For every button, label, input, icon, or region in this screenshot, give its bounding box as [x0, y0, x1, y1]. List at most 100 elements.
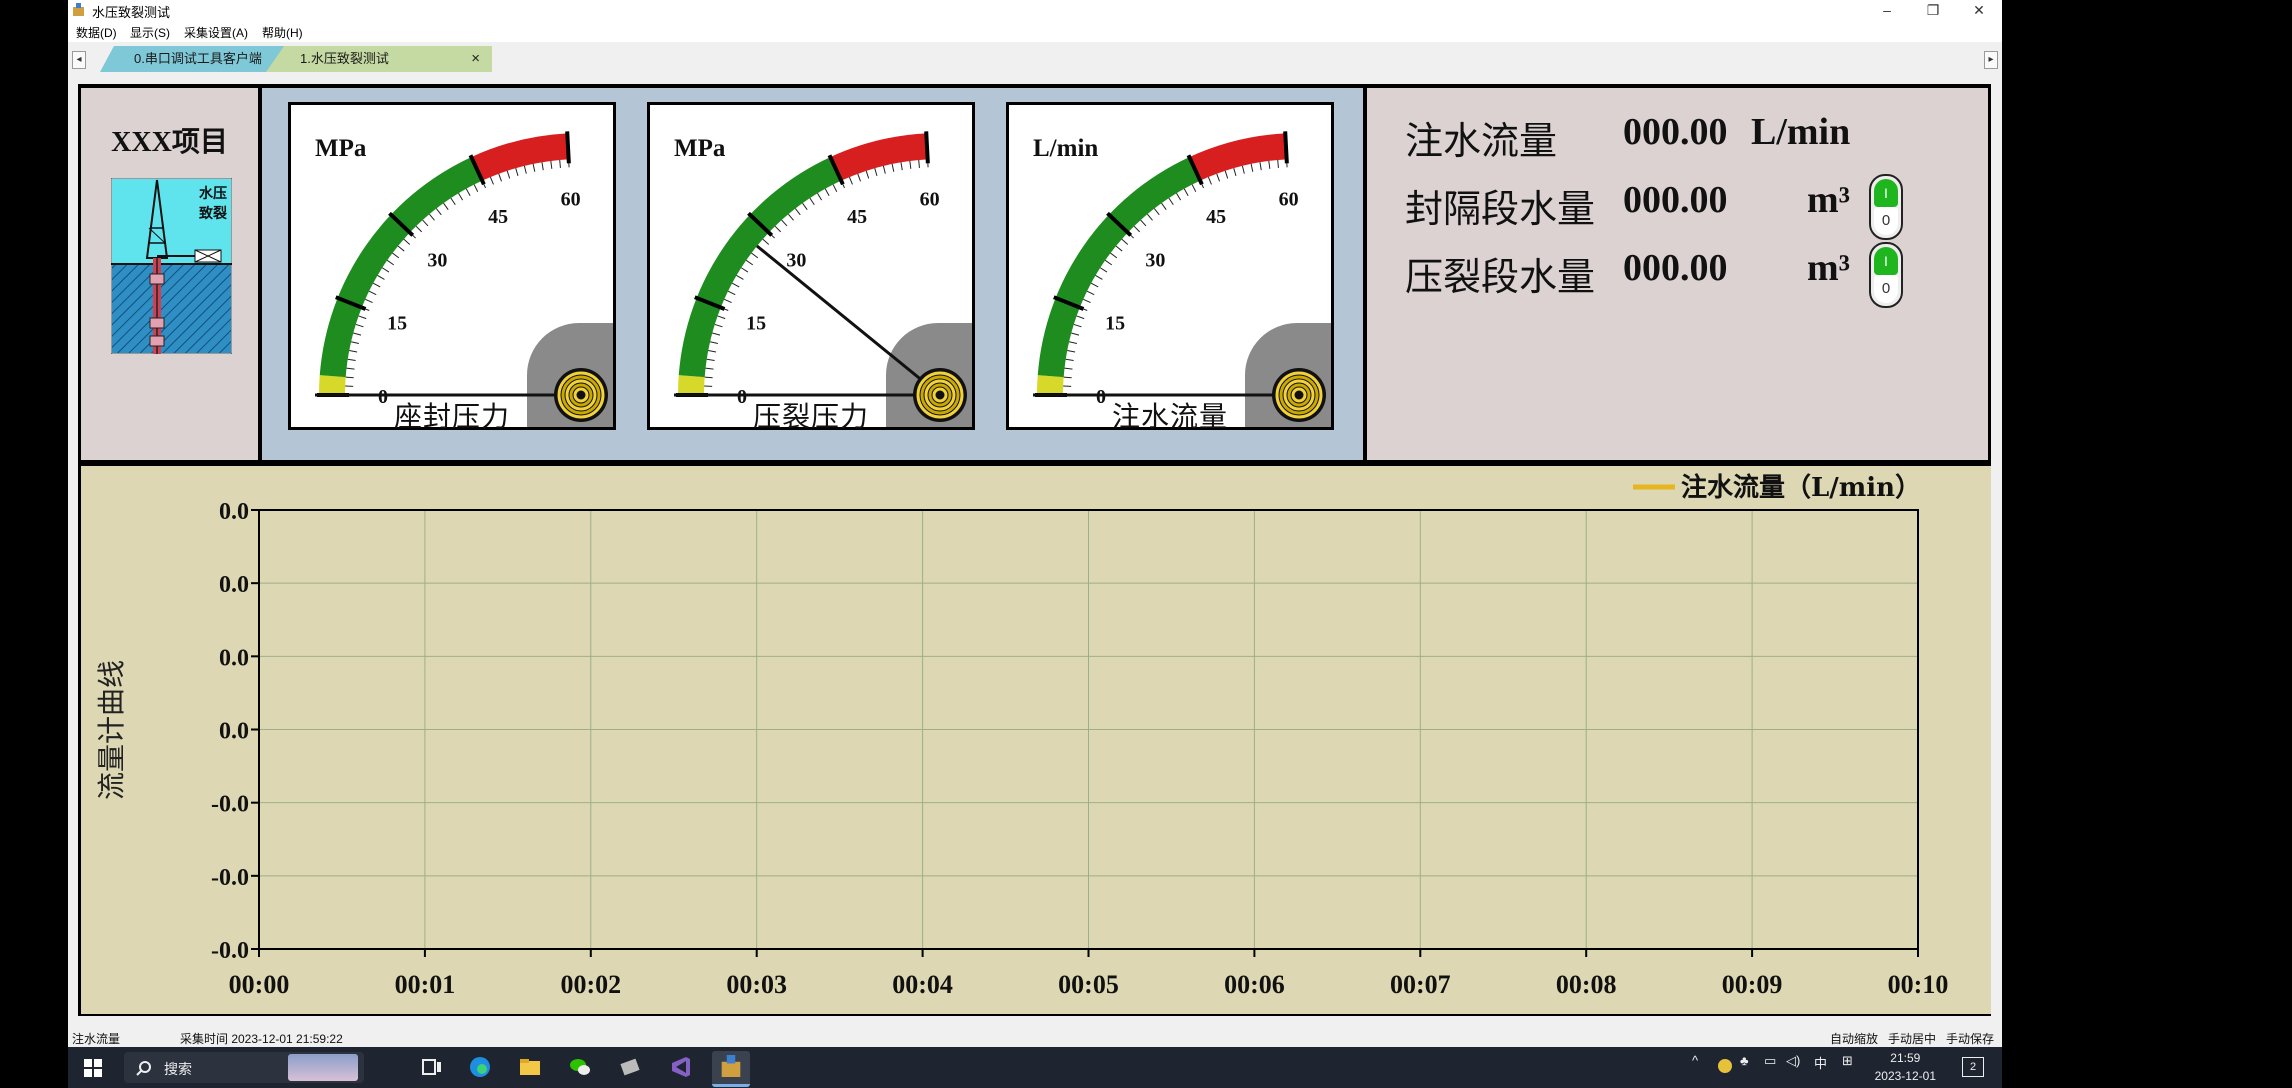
gauge-minor-tick — [705, 367, 714, 370]
gauge-minor-tick — [498, 173, 502, 182]
input-mode-icon[interactable]: ⊞ — [1842, 1053, 1853, 1069]
window-title: 水压致裂测试 — [92, 5, 171, 20]
tool-app-icon[interactable] — [618, 1055, 642, 1079]
gauge-minor-tick — [550, 160, 553, 169]
menu-acquisition-settings[interactable]: 采集设置(A) — [184, 24, 248, 41]
running-app-button[interactable] — [712, 1051, 750, 1087]
search-highlight-image — [288, 1054, 358, 1081]
gauge-minor-tick — [1076, 315, 1085, 320]
toggle-on: I — [1874, 247, 1898, 275]
gauge-minor-tick — [1207, 176, 1212, 185]
gauge-minor-tick — [817, 193, 823, 201]
network-icon[interactable]: ▭ — [1764, 1053, 1776, 1069]
gauge-minor-tick — [403, 238, 411, 245]
restore-button[interactable]: ❐ — [1910, 0, 1956, 20]
gauge-tick-label: 30 — [1145, 250, 1165, 272]
gauge-tick-label: 60 — [561, 188, 581, 210]
y-tick-label: 0.0 — [219, 719, 249, 745]
gauge-minor-tick — [736, 274, 744, 280]
tray-status-icon[interactable] — [1718, 1059, 1732, 1073]
tray-expand-icon[interactable]: ^ — [1692, 1053, 1698, 1068]
gauge-minor-tick — [1153, 208, 1160, 216]
gauge-minor-tick — [428, 213, 435, 221]
notification-center-icon[interactable]: 2 — [1962, 1057, 1984, 1077]
gauge-tick-label: 30 — [786, 250, 806, 272]
gauge-minor-tick — [1065, 358, 1074, 362]
gauge-minor-tick — [1104, 259, 1113, 266]
gauge-minor-tick — [824, 188, 830, 197]
auto-zoom-button[interactable]: 自动缩放 — [1830, 1030, 1878, 1047]
gauge-minor-tick — [1133, 225, 1141, 233]
gauge-band-low — [1037, 375, 1064, 395]
gauge-minor-tick — [1176, 193, 1182, 201]
gauge-minor-tick — [1067, 349, 1076, 353]
gauge-minor-tick — [435, 208, 442, 216]
gauge-fracture-pressure: 0 15 30 45 60 MPa 压裂压力 — [647, 102, 975, 432]
visual-studio-icon[interactable] — [668, 1055, 692, 1079]
readout-value: 000.00 — [1623, 111, 1728, 153]
gauge-minor-tick — [422, 219, 429, 227]
toggle-on: I — [1874, 179, 1898, 207]
wechat-icon[interactable] — [568, 1055, 592, 1079]
y-tick-label: 0.0 — [219, 499, 249, 525]
gauge-minor-tick — [506, 170, 511, 179]
task-view-icon[interactable] — [420, 1055, 444, 1079]
edge-browser-icon[interactable] — [468, 1055, 492, 1079]
close-button[interactable]: ✕ — [1956, 0, 2002, 20]
gauge-minor-tick — [909, 160, 912, 169]
gauge-minor-tick — [1191, 184, 1197, 192]
gauge-major-tick — [565, 131, 571, 164]
gauge-minor-tick — [1140, 219, 1147, 227]
manual-center-button[interactable]: 手动居中 — [1888, 1030, 1936, 1047]
minimize-button[interactable]: – — [1864, 0, 1910, 20]
gauge-minor-tick — [1068, 341, 1078, 345]
tab-close-icon[interactable]: × — [471, 46, 480, 72]
menu-data[interactable]: 数据(D) — [76, 24, 117, 41]
gauge-injection-flow: 0 15 30 45 60 L/min 注水流量 — [1006, 102, 1334, 432]
gauge-minor-tick — [346, 367, 355, 370]
gauge-minor-tick — [704, 376, 713, 379]
gauge-band-normal — [1037, 157, 1201, 378]
gauge-minor-tick — [1161, 202, 1167, 210]
taskbar-clock[interactable]: 21:59 2023-12-01 — [1875, 1049, 1936, 1085]
ime-indicator[interactable]: 中 — [1814, 1053, 1827, 1072]
manual-save-button[interactable]: 手动保存 — [1946, 1030, 1994, 1047]
packer-volume-toggle[interactable]: I 0 — [1869, 174, 1903, 240]
search-placeholder: 搜索 — [164, 1061, 192, 1077]
gauge-minor-tick — [1095, 274, 1103, 280]
gauge-minor-tick — [372, 282, 381, 288]
y-tick-label: 0.0 — [219, 572, 249, 598]
volume-icon[interactable]: ◁) — [1786, 1053, 1800, 1069]
taskbar-search-box[interactable]: 搜索 — [124, 1052, 364, 1083]
gauge-minor-tick — [1183, 188, 1189, 197]
menu-help[interactable]: 帮助(H) — [262, 24, 303, 41]
fracture-volume-toggle[interactable]: I 0 — [1869, 242, 1903, 308]
file-explorer-icon[interactable] — [518, 1055, 542, 1079]
y-axis: 0.0 0.0 0.0 0.0 -0.0 -0.0 -0.0 — [211, 499, 259, 964]
tab-scroll-right-icon[interactable]: ▸ — [1984, 51, 1998, 69]
windows-start-icon[interactable] — [84, 1059, 102, 1077]
tab-scroll-left-icon[interactable]: ◂ — [72, 51, 86, 69]
legend-label: 注水流量（L/min） — [1681, 472, 1921, 503]
gauge-minor-tick — [1115, 245, 1123, 252]
gauge-minor-tick — [1241, 165, 1245, 174]
title-bar: 水压致裂测试 – ❐ ✕ — [68, 0, 2002, 20]
gauge-minor-tick — [1233, 168, 1237, 177]
gauge-minor-tick — [358, 315, 367, 320]
tab-hydraulic-fracturing[interactable]: 1.水压致裂测试 × — [266, 46, 492, 72]
gauge-minor-tick — [349, 349, 358, 353]
gauge-minor-tick — [706, 358, 715, 362]
gauge-tick-label: 45 — [847, 206, 867, 228]
gauge-unit: MPa — [674, 135, 726, 162]
flow-chart: 0.0 0.0 0.0 0.0 -0.0 -0.0 -0.0 00:00 00:01 00:02… — [95, 472, 1948, 999]
menu-display[interactable]: 显示(S) — [130, 24, 170, 41]
tray-app-icon[interactable]: ♣ — [1740, 1053, 1749, 1068]
gauge-minor-tick — [1086, 290, 1095, 296]
y-axis-label: 流量计曲线 — [95, 660, 128, 800]
gauge-minor-tick — [415, 225, 423, 233]
gauge-minor-tick — [882, 165, 886, 174]
gauge-seal-pressure: 0 15 30 45 60 MPa 座封压力 — [288, 102, 616, 432]
gauge-tick-label: 15 — [387, 313, 407, 335]
gauge-band-high — [471, 133, 569, 181]
gauge-minor-tick — [717, 315, 726, 320]
